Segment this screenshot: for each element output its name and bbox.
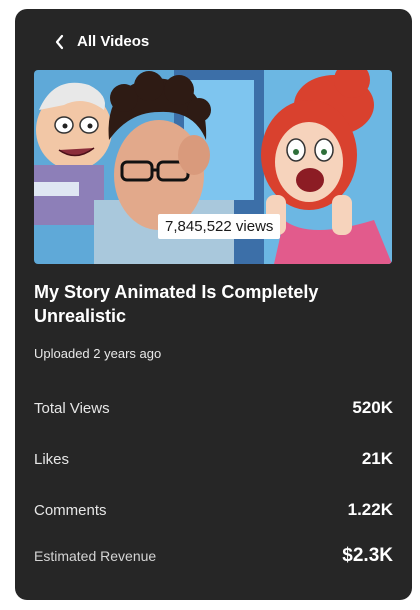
stat-estimated-revenue: Estimated Revenue $2.3K (34, 545, 393, 567)
stat-label: Total Views (34, 399, 110, 417)
stat-comments: Comments 1.22K (34, 500, 393, 520)
stat-value: 21K (361, 449, 393, 468)
back-to-all-videos[interactable]: All Videos (55, 33, 149, 50)
stat-label: Comments (34, 501, 107, 519)
upload-date: Uploaded 2 years ago (34, 346, 162, 361)
stat-total-views: Total Views 520K (34, 398, 393, 418)
video-thumbnail[interactable]: 7,845,522 views (34, 70, 392, 264)
stat-value: 520K (352, 398, 393, 417)
stat-label: Likes (34, 450, 70, 468)
chevron-left-icon (55, 34, 65, 50)
stat-value: $2.3K (342, 545, 393, 566)
video-title: My Story Animated Is Completely Unrealis… (34, 282, 319, 326)
stat-likes: Likes 21K (34, 449, 393, 469)
stat-label: Estimated Revenue (34, 548, 157, 564)
back-label: All Videos (77, 33, 150, 50)
video-stats-card: All Videos 7,845,522 views My Story Anim… (15, 9, 412, 600)
views-overlay-badge: 7,845,522 views (158, 214, 281, 239)
stat-value: 1.22K (347, 500, 393, 519)
